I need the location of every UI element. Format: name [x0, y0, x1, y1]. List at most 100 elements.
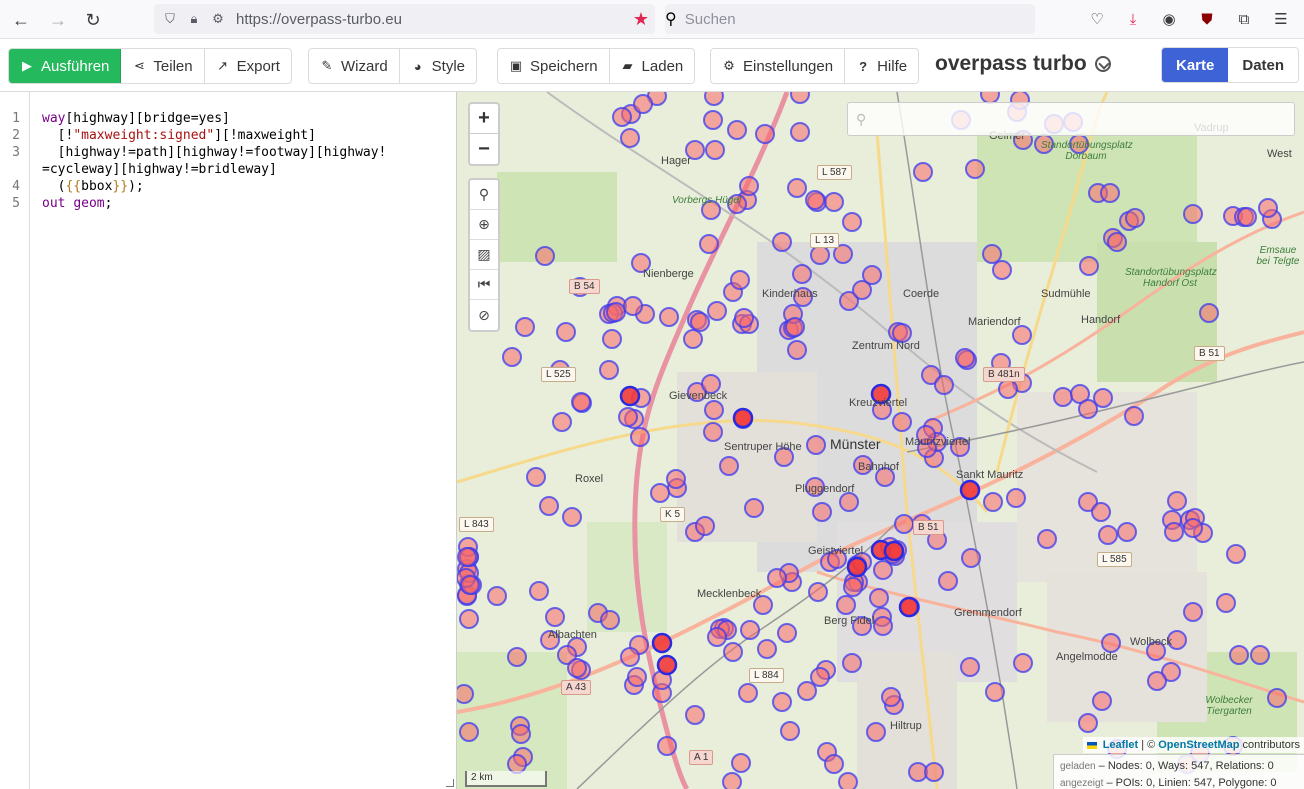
- bridge-way-marker[interactable]: [511, 724, 531, 744]
- settings-button[interactable]: ⚙ Einstellungen: [711, 49, 846, 83]
- bridge-way-marker[interactable]: [1258, 198, 1278, 218]
- bridge-way-marker[interactable]: [734, 308, 754, 328]
- bridge-way-marker[interactable]: [1229, 645, 1249, 665]
- bridge-way-marker[interactable]: [869, 588, 889, 608]
- save-button[interactable]: ▣ Speichern: [498, 49, 610, 83]
- bridge-way-marker[interactable]: [998, 379, 1018, 399]
- bridge-way-marker[interactable]: [1199, 303, 1219, 323]
- bridge-way-marker[interactable]: [1183, 518, 1203, 538]
- bridge-way-marker[interactable]: [630, 427, 650, 447]
- leaflet-link[interactable]: Leaflet: [1103, 739, 1138, 751]
- bridge-way-marker[interactable]: [606, 302, 626, 322]
- load-button[interactable]: ▰ Laden: [610, 49, 695, 83]
- bridge-way-marker[interactable]: [618, 407, 638, 427]
- bridge-way-marker[interactable]: [633, 94, 653, 114]
- bridge-way-marker[interactable]: [960, 657, 980, 677]
- locate-crosshair-icon[interactable]: ⊕: [470, 210, 498, 240]
- export-button[interactable]: ↗ Export: [205, 49, 291, 83]
- bridge-way-marker[interactable]: [600, 610, 620, 630]
- bridge-way-marker[interactable]: [627, 667, 647, 687]
- bridge-way-marker[interactable]: [666, 469, 686, 489]
- bridge-way-marker-highlight[interactable]: [651, 632, 673, 654]
- download-icon[interactable]: ⤓: [1122, 8, 1144, 30]
- bridge-way-marker[interactable]: [704, 400, 724, 420]
- code-line-4[interactable]: ({{bbox}});: [42, 179, 144, 194]
- bridge-way-marker[interactable]: [797, 681, 817, 701]
- bridge-way-marker[interactable]: [1167, 491, 1187, 511]
- bridge-way-marker[interactable]: [620, 128, 640, 148]
- bridge-way-marker[interactable]: [699, 234, 719, 254]
- bridge-way-marker[interactable]: [1012, 325, 1032, 345]
- bridge-way-marker[interactable]: [790, 92, 810, 104]
- lock-icon[interactable]: 🔒︎: [186, 11, 202, 27]
- ublock-icon[interactable]: ⛊: [1196, 8, 1218, 30]
- bridge-way-marker[interactable]: [812, 502, 832, 522]
- bridge-way-marker[interactable]: [515, 317, 535, 337]
- share-button[interactable]: ⋖ Teilen: [121, 49, 205, 83]
- pocket-icon[interactable]: ♡: [1086, 8, 1108, 30]
- bridge-way-marker[interactable]: [1006, 488, 1026, 508]
- bridge-way-marker[interactable]: [457, 547, 477, 567]
- bridge-way-marker[interactable]: [772, 692, 792, 712]
- bridge-way-marker[interactable]: [852, 280, 872, 300]
- code-line-2[interactable]: [!"maxweight:signed"][!maxweight]: [42, 128, 316, 143]
- map-search-input[interactable]: ⚲: [847, 102, 1295, 136]
- bridge-way-marker[interactable]: [722, 772, 742, 789]
- bridge-way-marker[interactable]: [787, 178, 807, 198]
- bridge-way-marker[interactable]: [1226, 544, 1246, 564]
- bridge-way-marker[interactable]: [767, 568, 787, 588]
- bridge-way-marker[interactable]: [785, 317, 805, 337]
- query-editor[interactable]: 1 2 3 4 5 way[highway][bridge=yes] [!"ma…: [0, 92, 457, 789]
- bridge-way-marker[interactable]: [873, 560, 893, 580]
- bridge-way-marker-highlight[interactable]: [898, 596, 920, 618]
- bridge-way-marker[interactable]: [707, 627, 727, 647]
- bridge-way-marker[interactable]: [1101, 633, 1121, 653]
- bridge-way-marker[interactable]: [602, 329, 622, 349]
- bridge-way-marker[interactable]: [738, 683, 758, 703]
- bridge-way-marker[interactable]: [1216, 593, 1236, 613]
- bridge-way-marker-highlight[interactable]: [619, 385, 641, 407]
- account-icon[interactable]: ◉: [1158, 8, 1180, 30]
- bridge-way-marker[interactable]: [955, 348, 975, 368]
- bridge-way-marker[interactable]: [695, 516, 715, 536]
- bridge-way-marker[interactable]: [843, 577, 863, 597]
- bridge-way-marker[interactable]: [562, 507, 582, 527]
- bridge-way-marker[interactable]: [881, 687, 901, 707]
- bridge-way-marker[interactable]: [657, 736, 677, 756]
- bridge-way-marker[interactable]: [873, 616, 893, 636]
- bookmark-star-icon[interactable]: ★: [633, 9, 649, 30]
- bridge-way-marker[interactable]: [529, 581, 549, 601]
- bridge-way-marker[interactable]: [805, 190, 825, 210]
- code-line-3[interactable]: [highway!=path][highway!=footway][highwa…: [42, 145, 387, 160]
- bridge-way-marker[interactable]: [924, 762, 944, 782]
- bridge-way-marker[interactable]: [838, 772, 858, 789]
- menu-icon[interactable]: ☰: [1270, 8, 1292, 30]
- zoom-out-button[interactable]: −: [470, 134, 498, 164]
- bridge-way-marker[interactable]: [755, 124, 775, 144]
- bridge-way-marker[interactable]: [623, 296, 643, 316]
- bridge-way-marker[interactable]: [866, 722, 886, 742]
- bridge-way-marker[interactable]: [1037, 529, 1057, 549]
- extensions-icon[interactable]: ⧉: [1233, 8, 1255, 30]
- browser-search-input[interactable]: ⚲ Suchen: [665, 4, 1035, 34]
- bridge-way-marker[interactable]: [552, 412, 572, 432]
- bridge-way-marker[interactable]: [842, 653, 862, 673]
- run-button[interactable]: ▶ Ausführen: [9, 49, 122, 83]
- bridge-way-marker[interactable]: [1053, 387, 1073, 407]
- bridge-way-marker[interactable]: [659, 307, 679, 327]
- bridge-way-marker[interactable]: [1237, 207, 1257, 227]
- bridge-way-marker[interactable]: [983, 492, 1003, 512]
- bridge-way-marker[interactable]: [507, 647, 527, 667]
- zoom-in-button[interactable]: +: [470, 104, 498, 134]
- bridge-way-marker[interactable]: [1100, 183, 1120, 203]
- bridge-way-marker[interactable]: [1078, 713, 1098, 733]
- bridge-way-marker[interactable]: [567, 658, 587, 678]
- bridge-way-marker[interactable]: [808, 582, 828, 602]
- bridge-way-marker[interactable]: [1147, 671, 1167, 691]
- bridge-way-marker[interactable]: [704, 92, 724, 106]
- bridge-way-marker-highlight[interactable]: [656, 654, 678, 676]
- code-line-1[interactable]: way[highway][bridge=yes]: [42, 111, 230, 126]
- bridge-way-marker[interactable]: [965, 159, 985, 179]
- bridge-way-marker[interactable]: [757, 639, 777, 659]
- bridge-way-marker[interactable]: [650, 483, 670, 503]
